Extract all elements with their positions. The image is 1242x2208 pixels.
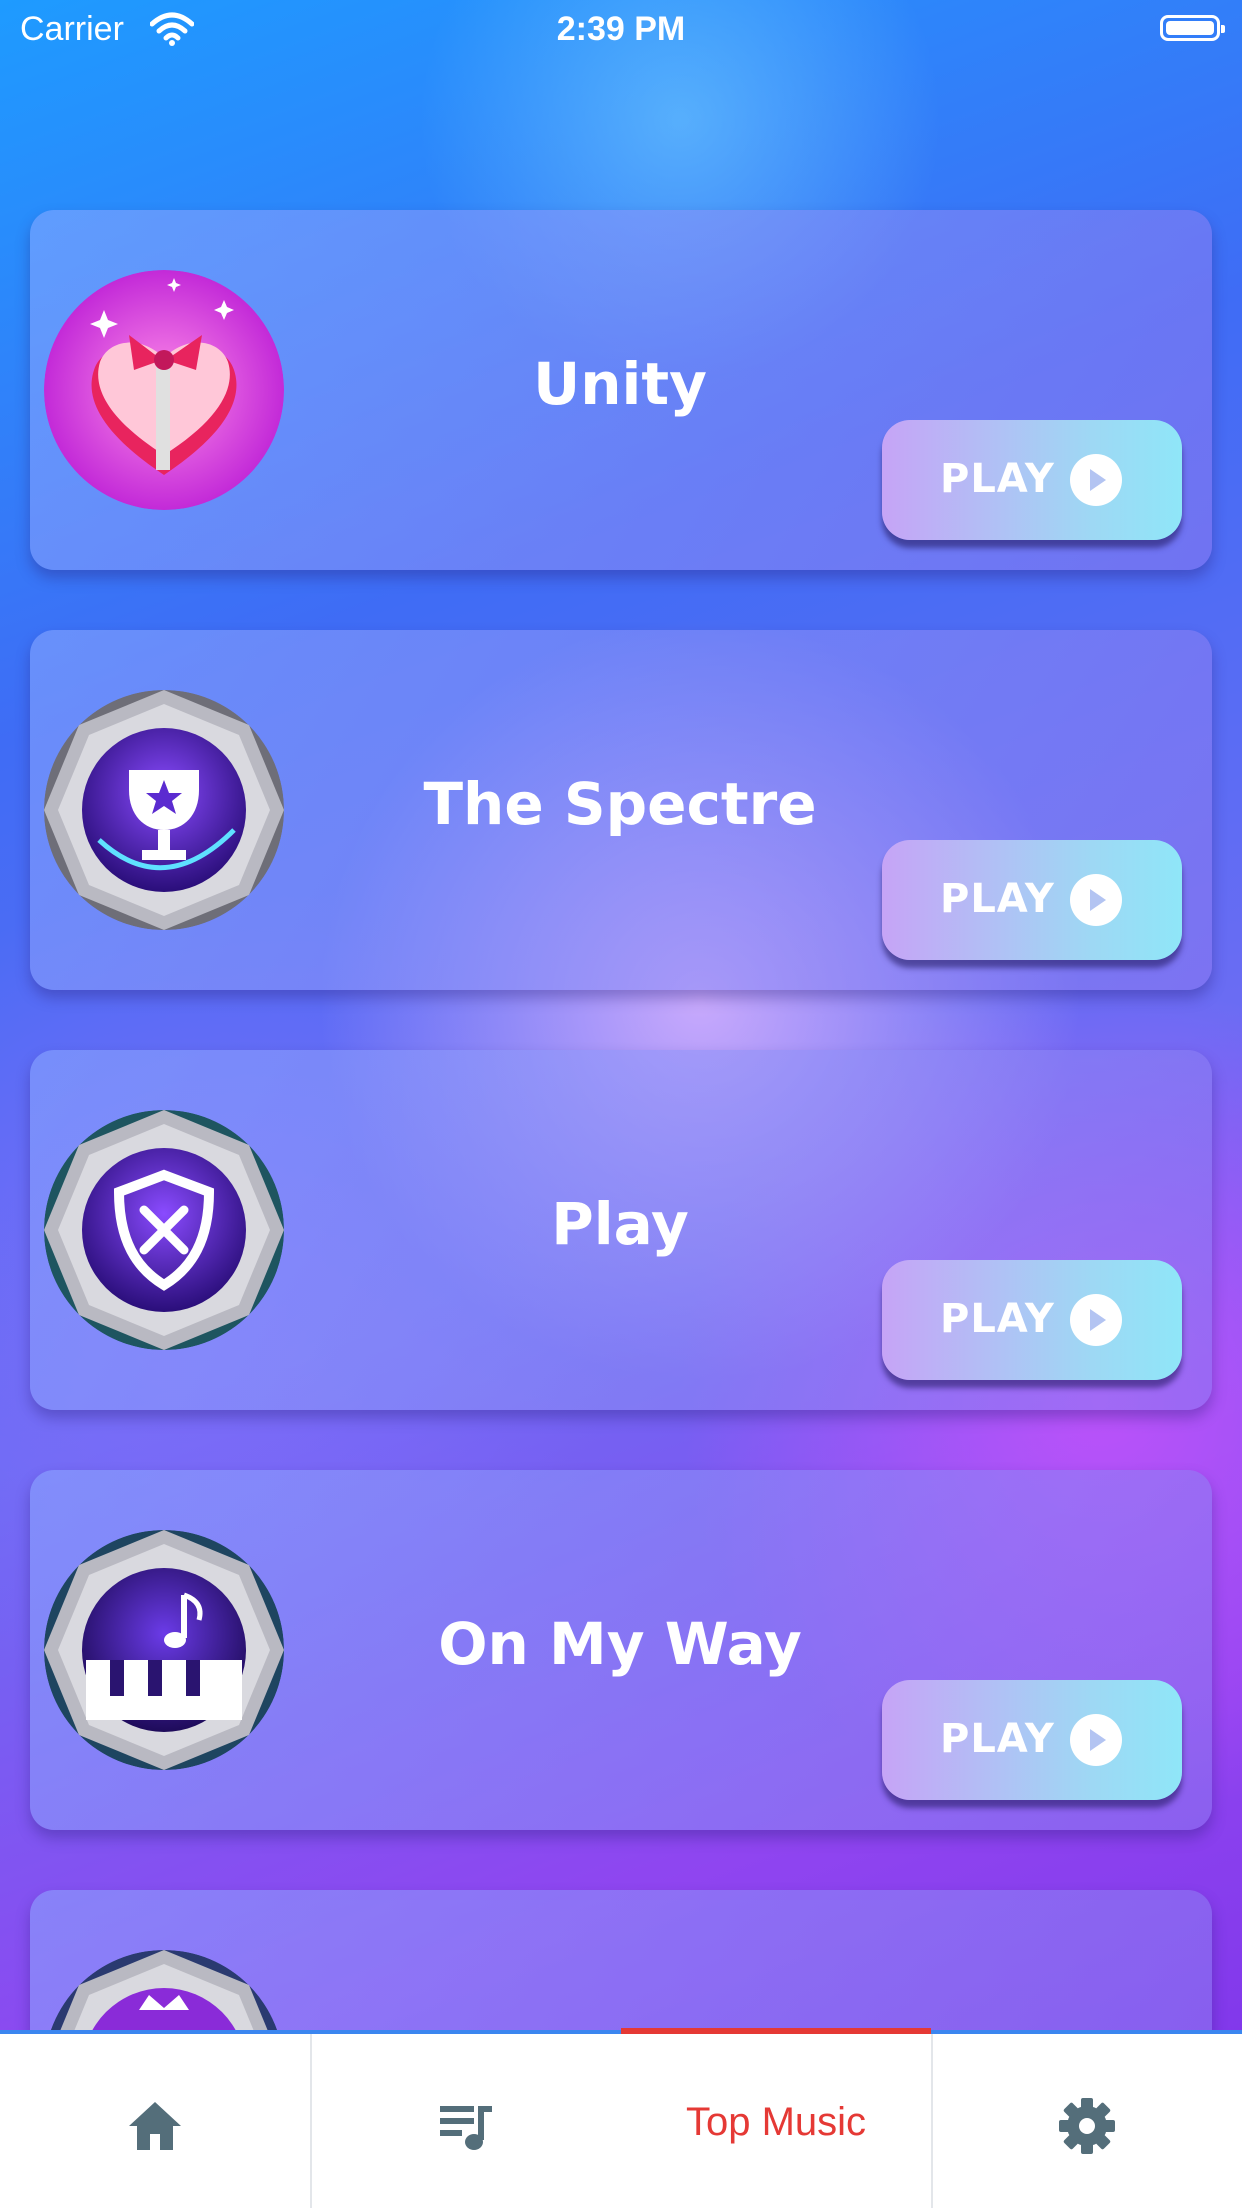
play-button[interactable]: PLAY xyxy=(882,1260,1182,1380)
tab-top-music[interactable]: Top Music xyxy=(621,2028,931,2208)
play-button-label: PLAY xyxy=(940,876,1055,922)
play-button-label: PLAY xyxy=(940,1716,1055,1762)
trophy-badge-icon xyxy=(44,690,284,930)
playlist-icon xyxy=(440,2106,492,2150)
tab-home[interactable] xyxy=(0,2034,310,2208)
play-circle-icon xyxy=(1070,1294,1122,1346)
song-list[interactable]: Unity PLAY The Spectre PLAY Play PLAY On… xyxy=(0,0,1242,2030)
song-card[interactable]: Play PLAY xyxy=(30,1050,1212,1410)
song-card[interactable]: Unity PLAY xyxy=(30,210,1212,570)
crown-badge-icon xyxy=(50,1950,278,2030)
song-title: Play xyxy=(551,1190,689,1258)
shield-swords-badge-icon xyxy=(44,1110,284,1350)
heart-gift-icon xyxy=(44,270,284,510)
song-title: On My Way xyxy=(438,1610,802,1678)
song-card[interactable] xyxy=(30,1890,1212,2030)
play-button[interactable]: PLAY xyxy=(882,420,1182,540)
piano-note-badge-icon xyxy=(44,1530,284,1770)
play-circle-icon xyxy=(1070,874,1122,926)
play-circle-icon xyxy=(1070,1714,1122,1766)
tab-playlist[interactable] xyxy=(311,2034,621,2208)
song-title: The Spectre xyxy=(423,770,817,838)
song-card[interactable]: On My Way PLAY xyxy=(30,1470,1212,1830)
tab-settings[interactable] xyxy=(932,2034,1242,2208)
play-button-label: PLAY xyxy=(940,1296,1055,1342)
play-button[interactable]: PLAY xyxy=(882,1680,1182,1800)
song-title: Unity xyxy=(533,350,707,418)
play-button-label: PLAY xyxy=(940,456,1055,502)
song-card[interactable]: The Spectre PLAY xyxy=(30,630,1212,990)
play-button[interactable]: PLAY xyxy=(882,840,1182,960)
gear-icon xyxy=(1059,2098,1115,2154)
bottom-tab-bar: Top Music xyxy=(0,2028,1242,2208)
tab-top-music-label: Top Music xyxy=(685,2100,867,2144)
home-icon xyxy=(129,2102,181,2150)
selected-tab-indicator xyxy=(621,2028,931,2034)
play-circle-icon xyxy=(1070,454,1122,506)
